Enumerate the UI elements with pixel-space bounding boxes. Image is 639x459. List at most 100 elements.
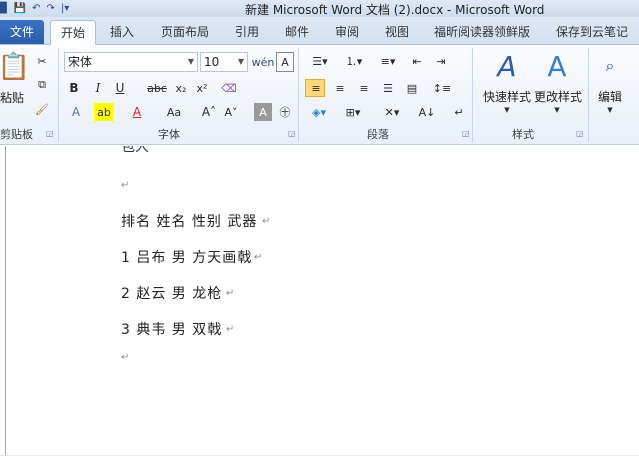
distributed-icon[interactable]: ▤ (402, 79, 422, 97)
sort-icon[interactable]: A↓ (418, 103, 436, 121)
ribbon: 📋 粘贴 ✂ ⧉ 🖌 剪贴板 ◲ 宋体 ▼ 10 ▼ wén A B I U a… (0, 45, 639, 145)
enclose-characters-icon[interactable]: ㊉ (276, 103, 294, 121)
chevron-down-icon[interactable]: ▼ (552, 105, 562, 115)
tab-save-to-cloud-note[interactable]: 保存到云笔记 (556, 20, 628, 45)
font-size-value: 10 (204, 55, 220, 69)
underline-icon[interactable]: U (112, 79, 128, 97)
shading-icon[interactable]: ◈▾ (306, 103, 332, 121)
grow-font-icon[interactable]: A˄ (200, 103, 218, 121)
styles-launcher-icon[interactable]: ◲ (576, 129, 584, 138)
paragraph-mark-icon: ↵ (226, 324, 235, 335)
strikethrough-icon[interactable]: abc (146, 79, 168, 97)
align-center-icon[interactable]: ≡ (330, 79, 350, 97)
tab-insert[interactable]: 插入 (110, 20, 134, 45)
editing-button[interactable]: 编辑 (598, 88, 622, 105)
character-border-icon[interactable]: A (276, 52, 294, 72)
group-divider (298, 48, 299, 142)
cut-icon[interactable]: ✂ (34, 53, 50, 69)
font-group-label: 字体 (158, 128, 180, 141)
save-icon[interactable]: 💾 (14, 0, 26, 17)
tab-page-layout[interactable]: 页面布局 (161, 20, 209, 45)
tab-review[interactable]: 审阅 (335, 20, 359, 45)
character-shading-icon[interactable]: A (254, 103, 272, 121)
show-marks-icon[interactable]: ↵ (452, 103, 466, 121)
chevron-down-icon: ▼ (187, 57, 194, 66)
clear-formatting-icon[interactable]: ⌫ (220, 79, 238, 97)
text-effects-icon[interactable]: A (66, 103, 86, 121)
paragraph-mark-icon: ↵ (121, 180, 130, 191)
redo-icon[interactable]: ↷ (47, 0, 55, 17)
document-area[interactable] (0, 146, 639, 459)
increase-indent-icon[interactable]: ⇥ (432, 52, 450, 70)
paste-icon[interactable]: 📋 (0, 49, 30, 85)
change-styles-icon[interactable]: A (540, 49, 574, 83)
quick-styles-button[interactable]: 快速样式 (483, 88, 531, 105)
font-name-value: 宋体 (68, 55, 93, 69)
tab-view[interactable]: 视图 (385, 20, 409, 45)
quick-styles-icon[interactable]: A (490, 49, 524, 83)
clipboard-launcher-icon[interactable]: ◲ (46, 129, 54, 138)
copy-icon[interactable]: ⧉ (34, 77, 50, 93)
document-line-1[interactable]: 1 吕布 男 方天画戟 (121, 247, 252, 267)
undo-icon[interactable]: ↶ (32, 0, 40, 17)
customize-qat-icon[interactable]: |▾ (61, 0, 69, 17)
group-divider (58, 48, 59, 142)
bold-icon[interactable]: B (66, 79, 82, 97)
file-tab[interactable]: 文件 (0, 20, 44, 44)
multilevel-list-icon[interactable]: ≡▾ (374, 52, 402, 70)
phonetic-guide-icon[interactable]: wén (252, 52, 275, 72)
format-painter-icon[interactable]: 🖌 (34, 101, 50, 117)
italic-icon[interactable]: I (90, 79, 106, 97)
ribbon-tab-bar: 文件 开始 插入 页面布局 引用 邮件 审阅 视图 福昕阅读器领鲜版 保存到云笔… (0, 17, 639, 45)
binoculars-icon[interactable]: ⌕ (596, 53, 624, 79)
tab-foxit-reader[interactable]: 福昕阅读器领鲜版 (434, 20, 530, 45)
justify-icon[interactable]: ☰ (378, 79, 398, 97)
paste-button[interactable]: 粘贴 (0, 89, 24, 106)
title-bar: ▉ 💾 ↶ ↷ |▾ 新建 Microsoft Word 文档 (2).docx… (0, 0, 639, 17)
chevron-down-icon[interactable]: ▼ (502, 105, 512, 115)
font-name-combo[interactable]: 宋体 ▼ (64, 52, 198, 72)
paragraph-mark-icon: ↵ (226, 288, 235, 299)
borders-icon[interactable]: ⊞▾ (340, 103, 366, 121)
page-left-edge (5, 146, 6, 459)
paragraph-launcher-icon[interactable]: ◲ (462, 129, 470, 138)
paragraph-group-label: 段落 (367, 128, 389, 141)
chevron-down-icon: ▼ (237, 57, 244, 66)
superscript-icon[interactable]: x² (193, 79, 211, 97)
quick-access-toolbar: ▉ 💾 ↶ ↷ |▾ (0, 0, 69, 17)
paragraph-mark-icon: ↵ (254, 252, 263, 263)
group-divider (472, 48, 473, 142)
tab-references[interactable]: 引用 (235, 20, 259, 45)
change-case-icon[interactable]: Aa (162, 103, 186, 121)
paragraph-mark-icon: ↵ (262, 216, 271, 227)
font-launcher-icon[interactable]: ◲ (288, 129, 296, 138)
document-line-3[interactable]: 3 典韦 男 双戟 (121, 319, 222, 339)
word-app-icon[interactable]: ▉ (0, 0, 8, 17)
paragraph-mark-icon: ↵ (121, 352, 130, 363)
numbering-icon[interactable]: ⒈▾ (340, 52, 368, 70)
tab-mailings[interactable]: 邮件 (285, 20, 309, 45)
tab-home[interactable]: 开始 (50, 20, 97, 45)
partial-line-top: 包大 (121, 146, 161, 152)
subscript-icon[interactable]: x₂ (172, 79, 190, 97)
window-title: 新建 Microsoft Word 文档 (2).docx - Microsof… (245, 3, 545, 17)
partial-line-text: 包大 (121, 146, 149, 152)
decrease-indent-icon[interactable]: ⇤ (408, 52, 426, 70)
chevron-down-icon[interactable]: ▼ (605, 105, 615, 115)
align-left-icon[interactable]: ≡ (306, 79, 326, 97)
document-bottom-edge (0, 455, 639, 459)
group-divider (588, 48, 589, 142)
font-size-combo[interactable]: 10 ▼ (200, 52, 248, 72)
document-line-2[interactable]: 2 赵云 男 龙枪 (121, 283, 222, 303)
line-spacing-icon[interactable]: ↕≡ (430, 79, 454, 97)
styles-group-label: 样式 (512, 128, 534, 141)
chinese-layout-icon[interactable]: ✕▾ (378, 103, 406, 121)
change-styles-button[interactable]: 更改样式 (534, 88, 582, 105)
bullets-icon[interactable]: ☰▾ (306, 52, 334, 70)
table-header-line[interactable]: 排名 姓名 性别 武器 (121, 211, 257, 231)
font-color-icon[interactable]: A (128, 103, 146, 121)
align-right-icon[interactable]: ≡ (354, 79, 374, 97)
clipboard-group-label: 剪贴板 (0, 128, 33, 141)
shrink-font-icon[interactable]: A˅ (222, 103, 240, 121)
highlight-color-icon[interactable]: ab (94, 103, 114, 121)
